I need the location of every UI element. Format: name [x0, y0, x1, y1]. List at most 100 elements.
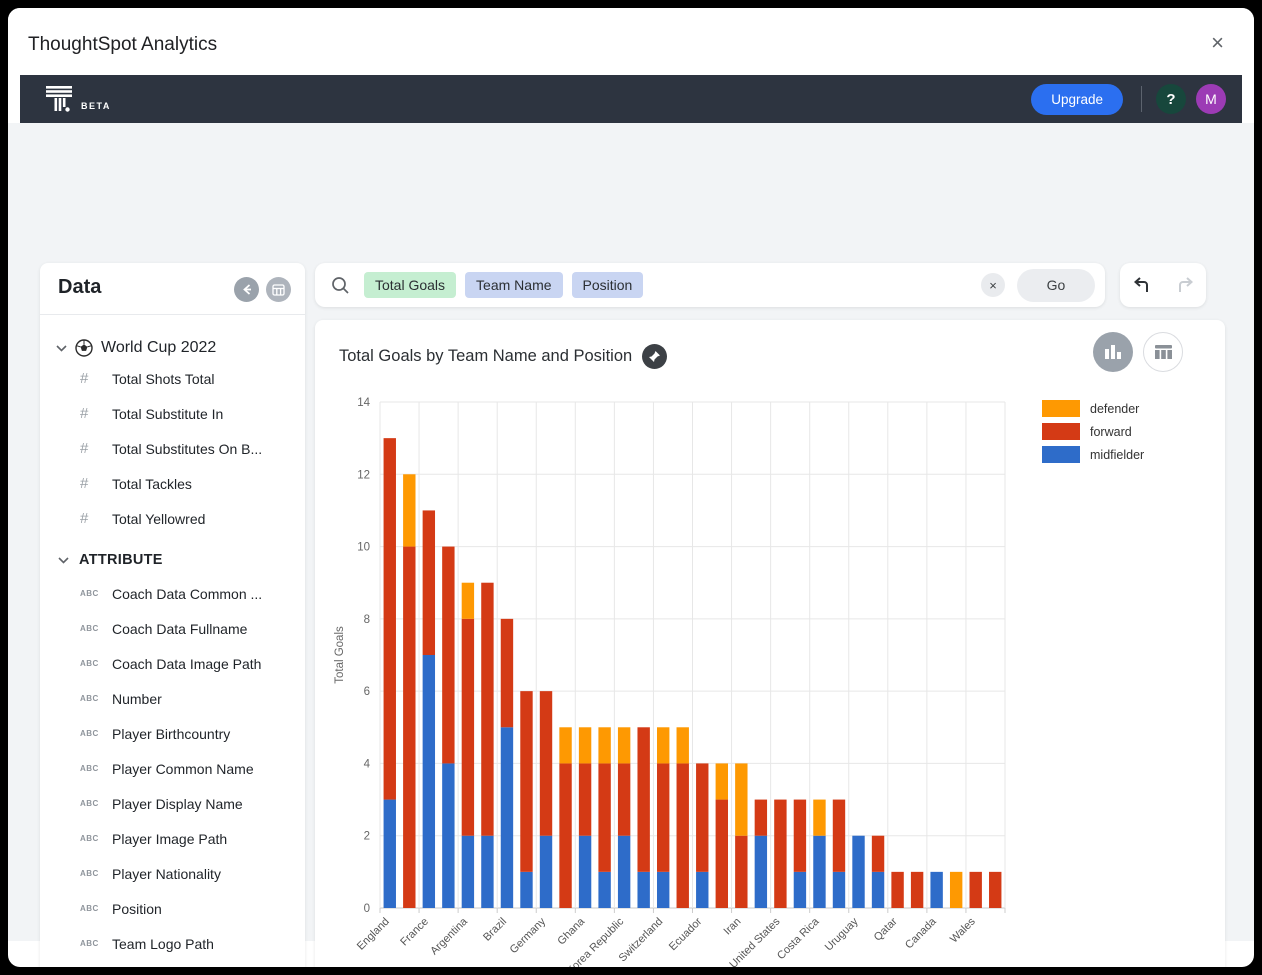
bar-segment-midfielder[interactable] — [481, 836, 493, 908]
bar-segment-forward[interactable] — [598, 763, 610, 871]
bar-segment-forward[interactable] — [481, 583, 493, 836]
bar-segment-forward[interactable] — [384, 438, 396, 799]
bar-segment-forward[interactable] — [716, 800, 728, 908]
collapse-panel-button[interactable] — [234, 277, 259, 302]
search-bar[interactable]: Total Goals Team Name Position × Go — [315, 263, 1105, 307]
bar-segment-forward[interactable] — [559, 763, 571, 908]
bar-segment-midfielder[interactable] — [462, 836, 474, 908]
bar-segment-midfielder[interactable] — [657, 872, 669, 908]
chevron-down-icon[interactable] — [58, 557, 69, 564]
attribute-item[interactable]: ABCTeam Name — [40, 961, 305, 967]
bar-segment-forward[interactable] — [891, 872, 903, 908]
bar-segment-forward[interactable] — [579, 763, 591, 835]
chevron-down-icon[interactable] — [56, 345, 67, 352]
bar-segment-forward[interactable] — [618, 763, 630, 835]
bar-segment-defender[interactable] — [735, 763, 747, 835]
bar-segment-forward[interactable] — [501, 619, 513, 727]
bar-segment-forward[interactable] — [442, 547, 454, 764]
bar-segment-defender[interactable] — [598, 727, 610, 763]
attribute-item[interactable]: ABCTeam Logo Path — [40, 926, 305, 961]
measure-item-label: Total Substitutes On B... — [112, 441, 262, 457]
avatar[interactable]: M — [1196, 84, 1226, 114]
bar-segment-forward[interactable] — [423, 510, 435, 655]
data-tree: World Cup 2022 #Total Shots Total#Total … — [40, 315, 305, 967]
bar-segment-defender[interactable] — [657, 727, 669, 763]
redo-button[interactable] — [1168, 268, 1202, 302]
go-button[interactable]: Go — [1017, 269, 1095, 302]
upgrade-button[interactable]: Upgrade — [1031, 84, 1123, 115]
bar-segment-midfielder[interactable] — [696, 872, 708, 908]
undo-button[interactable] — [1125, 268, 1159, 302]
attribute-item[interactable]: ABCCoach Data Fullname — [40, 611, 305, 646]
bar-segment-midfielder[interactable] — [872, 872, 884, 908]
bar-segment-forward[interactable] — [657, 763, 669, 871]
search-token-position[interactable]: Position — [572, 272, 644, 298]
bar-segment-midfielder[interactable] — [540, 836, 552, 908]
bar-segment-midfielder[interactable] — [618, 836, 630, 908]
bar-segment-defender[interactable] — [462, 583, 474, 619]
measure-item[interactable]: #Total Shots Total — [40, 361, 305, 396]
search-token-team-name[interactable]: Team Name — [465, 272, 562, 298]
bar-segment-forward[interactable] — [520, 691, 532, 872]
bar-segment-forward[interactable] — [833, 800, 845, 872]
attribute-item[interactable]: ABCPlayer Nationality — [40, 856, 305, 891]
bar-segment-forward[interactable] — [970, 872, 982, 908]
bar-segment-forward[interactable] — [794, 800, 806, 872]
data-grid-button[interactable] — [266, 277, 291, 302]
bar-segment-forward[interactable] — [677, 763, 689, 908]
bar-segment-midfielder[interactable] — [637, 872, 649, 908]
bar-segment-defender[interactable] — [677, 727, 689, 763]
bar-segment-midfielder[interactable] — [852, 836, 864, 908]
bar-segment-midfielder[interactable] — [442, 763, 454, 908]
measure-item[interactable]: #Total Substitute In — [40, 396, 305, 431]
bar-segment-forward[interactable] — [696, 763, 708, 871]
hash-icon: # — [80, 440, 100, 457]
bar-segment-midfielder[interactable] — [930, 872, 942, 908]
bar-segment-midfielder[interactable] — [579, 836, 591, 908]
attribute-item[interactable]: ABCPlayer Image Path — [40, 821, 305, 856]
bar-segment-forward[interactable] — [755, 800, 767, 836]
bar-segment-midfielder[interactable] — [813, 836, 825, 908]
bar-segment-midfielder[interactable] — [794, 872, 806, 908]
close-icon[interactable]: × — [1211, 32, 1224, 54]
attribute-item[interactable]: ABCPlayer Display Name — [40, 786, 305, 821]
bar-segment-midfielder[interactable] — [598, 872, 610, 908]
attribute-item-label: Coach Data Fullname — [112, 621, 247, 637]
attribute-item[interactable]: ABCCoach Data Common ... — [40, 576, 305, 611]
measure-item[interactable]: #Total Tackles — [40, 466, 305, 501]
bar-segment-defender[interactable] — [403, 474, 415, 546]
bar-segment-midfielder[interactable] — [423, 655, 435, 908]
measure-item[interactable]: #Total Yellowred — [40, 501, 305, 536]
bar-segment-defender[interactable] — [716, 763, 728, 799]
bar-segment-midfielder[interactable] — [384, 800, 396, 908]
bar-segment-midfielder[interactable] — [501, 727, 513, 908]
bar-segment-midfielder[interactable] — [520, 872, 532, 908]
bar-segment-forward[interactable] — [403, 547, 415, 908]
bar-segment-defender[interactable] — [559, 727, 571, 763]
attribute-item[interactable]: ABCPlayer Common Name — [40, 751, 305, 786]
bar-segment-forward[interactable] — [462, 619, 474, 836]
search-token-total-goals[interactable]: Total Goals — [364, 272, 456, 298]
measure-item[interactable]: # Total Substitutes On B... — [40, 431, 305, 466]
help-button[interactable]: ? — [1156, 84, 1186, 114]
clear-search-button[interactable]: × — [981, 273, 1005, 297]
attribute-item[interactable]: ABCPosition — [40, 891, 305, 926]
attribute-item[interactable]: ABCPlayer Birthcountry — [40, 716, 305, 751]
bar-segment-forward[interactable] — [735, 836, 747, 908]
attribute-item[interactable]: ABCCoach Data Image Path — [40, 646, 305, 681]
bar-segment-forward[interactable] — [774, 800, 786, 908]
data-source-row[interactable]: World Cup 2022 — [40, 335, 305, 361]
bar-segment-forward[interactable] — [637, 727, 649, 872]
bar-segment-defender[interactable] — [813, 800, 825, 836]
bar-segment-defender[interactable] — [579, 727, 591, 763]
bar-segment-forward[interactable] — [989, 872, 1001, 908]
bar-segment-midfielder[interactable] — [833, 872, 845, 908]
attribute-section-header[interactable]: ATTRIBUTE — [40, 544, 305, 576]
bar-segment-defender[interactable] — [950, 872, 962, 908]
bar-segment-defender[interactable] — [618, 727, 630, 763]
bar-segment-midfielder[interactable] — [755, 836, 767, 908]
attribute-item[interactable]: ABCNumber — [40, 681, 305, 716]
bar-segment-forward[interactable] — [872, 836, 884, 872]
bar-segment-forward[interactable] — [540, 691, 552, 836]
bar-segment-forward[interactable] — [911, 872, 923, 908]
